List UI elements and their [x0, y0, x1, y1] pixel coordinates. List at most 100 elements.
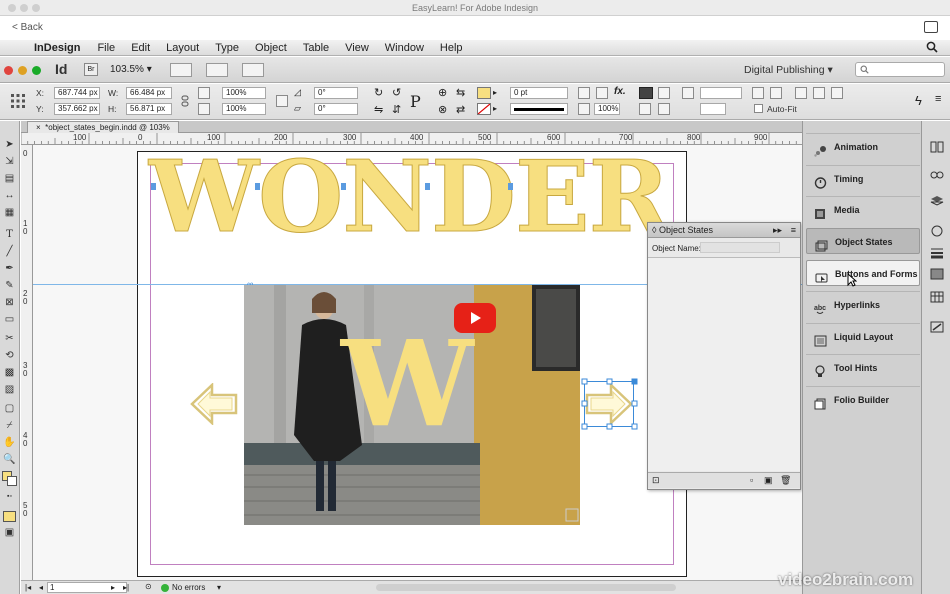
fullscreen-icon[interactable] [924, 21, 938, 33]
y-field[interactable]: 357.662 px [54, 103, 100, 115]
spotlight-search-icon[interactable] [926, 41, 938, 56]
scale-x-field[interactable]: 100% [222, 87, 266, 99]
rectangle-frame-tool-icon[interactable]: ⊠ [3, 297, 16, 309]
fit-frame-icon[interactable] [752, 87, 764, 99]
flip-vertical-icon[interactable]: ⇵ [392, 103, 401, 116]
hand-tool-icon[interactable]: ✋ [3, 437, 16, 449]
layers-panel-icon[interactable] [930, 195, 944, 207]
rotate-90-cw-icon[interactable]: ↻ [374, 86, 383, 99]
menu-edit[interactable]: Edit [123, 42, 158, 54]
wonder-headline[interactable]: WONDER [148, 148, 670, 247]
preflight-menu-icon[interactable]: ⊙ [145, 582, 152, 591]
stroke-dropdown-icon[interactable]: ▸ [493, 104, 497, 113]
scale-y-field[interactable]: 100% [222, 103, 266, 115]
autofit-checkbox[interactable] [754, 104, 763, 113]
menu-window[interactable]: Window [377, 42, 432, 54]
dock-item-hyperlinks[interactable]: abc Hyperlinks [806, 291, 920, 317]
opacity-field[interactable]: 100% [594, 103, 620, 115]
eyedropper-tool-icon[interactable]: ⌿ [3, 420, 16, 432]
menu-table[interactable]: Table [295, 42, 337, 54]
screen-mode-button[interactable] [206, 63, 228, 77]
rotate-field[interactable]: 0° [314, 87, 358, 99]
select-previous-icon[interactable]: ⇄ [456, 103, 465, 116]
rotate-90-ccw-icon[interactable]: ↺ [392, 86, 401, 99]
note-tool-icon[interactable]: ▢ [3, 403, 16, 415]
zoom-doc-button[interactable] [32, 66, 41, 75]
table-panel-icon[interactable] [930, 291, 944, 303]
dock-item-buttons-and-forms[interactable]: Buttons and Forms [806, 260, 920, 286]
vertical-ruler[interactable]: 0 1 0 2 0 3 0 4 0 5 0 [21, 145, 33, 580]
arrange-documents-button[interactable] [242, 63, 264, 77]
free-transform-tool-icon[interactable]: ⟲ [3, 350, 16, 362]
flip-horizontal-icon[interactable]: ⇋ [374, 103, 383, 116]
help-search-input[interactable] [855, 62, 945, 77]
panel-menu-icon[interactable]: ≡ [791, 223, 796, 238]
selection-tool-icon[interactable]: ➤ [3, 139, 16, 151]
pencil-tool-icon[interactable]: ✎ [3, 280, 16, 292]
menu-type[interactable]: Type [207, 42, 247, 54]
last-page-icon[interactable]: ▸| [123, 583, 129, 592]
direct-selection-tool-icon[interactable]: ⇲ [3, 156, 16, 168]
shear-field[interactable]: 0° [314, 103, 358, 115]
swatches-panel-icon[interactable] [930, 247, 944, 259]
horizontal-scrollbar[interactable] [376, 584, 676, 591]
select-next-icon[interactable]: ⇆ [456, 86, 465, 99]
edit-panel-icon[interactable] [930, 321, 944, 333]
h-field[interactable]: 56.871 px [126, 103, 172, 115]
back-button[interactable]: < Back [12, 22, 43, 33]
gradient-swatch-tool-icon[interactable]: ▩ [3, 367, 16, 379]
menu-layout[interactable]: Layout [158, 42, 207, 54]
pen-tool-icon[interactable]: ✒ [3, 263, 16, 275]
pages-panel-icon[interactable] [930, 141, 944, 153]
object-states-list[interactable] [648, 257, 800, 471]
panel-collapse-icon[interactable]: ◊ [648, 225, 656, 235]
app-menu[interactable]: InDesign [30, 42, 89, 54]
w-letter-graphic[interactable]: W [341, 325, 474, 443]
dock-item-timing[interactable]: Timing [806, 165, 920, 191]
workspace-switcher[interactable]: Digital Publishing ▾ [744, 64, 833, 76]
close-tab-icon[interactable]: × [36, 123, 41, 132]
fill-swatch[interactable] [477, 87, 491, 99]
formatting-container-icon[interactable] [3, 511, 16, 522]
dock-item-liquid-layout[interactable]: Liquid Layout [806, 323, 920, 349]
screen-mode-tool-icon[interactable]: ▣ [3, 527, 16, 539]
menu-view[interactable]: View [337, 42, 377, 54]
panel-menu-icon[interactable]: ≡ [935, 93, 941, 105]
stroke-type-select[interactable] [510, 103, 568, 115]
close-window-button[interactable] [8, 4, 16, 12]
document-tab[interactable]: × *object_states_begin.indd @ 103% [27, 121, 179, 133]
lightning-icon[interactable]: ϟ [915, 93, 922, 108]
preflight-status[interactable]: No errors [172, 583, 205, 592]
reference-point-icon[interactable] [10, 93, 26, 109]
preflight-dropdown-icon[interactable]: ▾ [217, 583, 221, 592]
corner-options-icon[interactable] [682, 87, 694, 99]
fit-content-icon[interactable] [658, 87, 670, 99]
drop-shadow-icon[interactable] [596, 87, 608, 99]
zoom-tool-icon[interactable]: 🔍 [3, 454, 16, 466]
frame-fit-button[interactable] [639, 87, 653, 99]
zoom-level[interactable]: 103.5% ▾ [110, 64, 152, 75]
stroke-color-box[interactable] [7, 476, 17, 486]
bridge-button[interactable]: Br [84, 63, 98, 76]
x-field[interactable]: 687.744 px [54, 87, 100, 99]
gap-tool-icon[interactable]: ↔ [3, 190, 16, 202]
fill-frame-icon[interactable] [795, 87, 807, 99]
dock-item-object-states[interactable]: Object States [806, 228, 920, 254]
text-frame-handles[interactable] [151, 181, 571, 193]
content-aware-fit-icon[interactable] [831, 87, 843, 99]
corner-size-field[interactable] [700, 87, 742, 99]
gradient-feather-tool-icon[interactable]: ▨ [3, 384, 16, 396]
links-panel-icon[interactable] [930, 169, 944, 181]
menu-file[interactable]: File [89, 42, 123, 54]
select-content-icon[interactable]: ⊗ [438, 103, 447, 116]
view-options-button[interactable] [170, 63, 192, 77]
previous-arrow-button[interactable] [190, 382, 238, 427]
constrain-scale-icon[interactable] [276, 95, 288, 107]
next-page-icon[interactable]: ▸ [111, 583, 115, 592]
delete-state-icon[interactable]: 🗑 [780, 475, 791, 486]
stroke-panel-icon[interactable] [930, 225, 944, 237]
content-collector-icon[interactable]: ▦ [3, 207, 16, 219]
object-states-header[interactable]: ◊ Object States ▸▸ ≡ [648, 223, 800, 238]
page-tool-icon[interactable]: ▤ [3, 173, 16, 185]
align-center-icon[interactable] [658, 103, 670, 115]
